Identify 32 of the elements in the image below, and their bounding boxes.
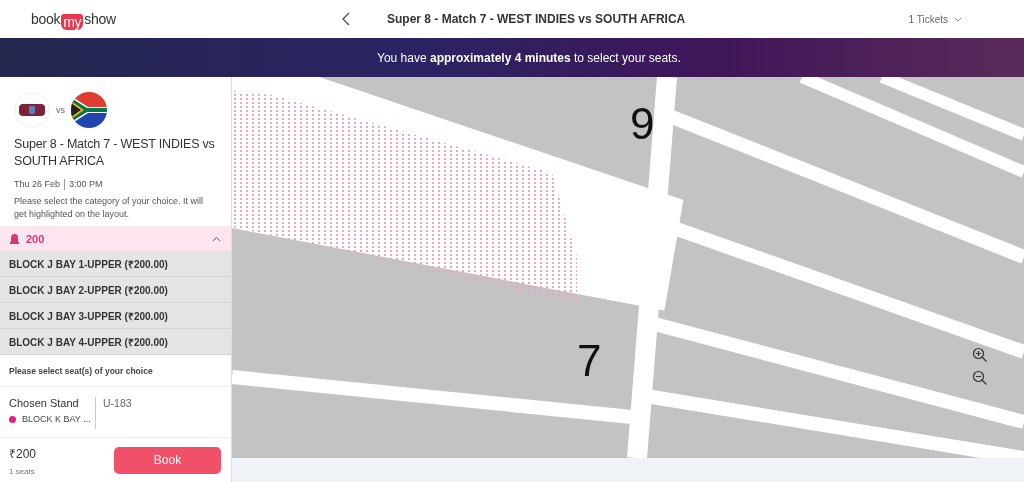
chevron-icon xyxy=(212,235,221,242)
event-date: Thu 26 Feb xyxy=(14,179,61,190)
section-number[interactable]: 9 xyxy=(630,99,655,148)
logo-badge: my xyxy=(61,14,84,30)
chosen-stand-label: Chosen Stand xyxy=(9,397,80,409)
seat-count: 1 seats xyxy=(9,466,36,476)
block-option[interactable]: BLOCK J BAY 4-UPPER (₹200.00) xyxy=(0,329,231,355)
seat-icon xyxy=(10,233,19,244)
seat-prompt: Please select seat(s) of your choice xyxy=(0,355,231,387)
timer-message: You have approximately 4 minutes to select your seats. xyxy=(377,50,681,65)
seat-number: U-183 xyxy=(103,397,132,411)
category-header[interactable]: 200 xyxy=(0,226,231,251)
total-price: ₹200 xyxy=(9,445,38,462)
chevron-down-icon xyxy=(954,16,962,22)
event-title: Super 8 - Match 7 - WEST INDIES vs SOUTH AFRICA xyxy=(14,136,216,170)
flag-icon xyxy=(14,92,50,128)
block-option[interactable]: BLOCK J BAY 2-UPPER (₹200.00) xyxy=(0,277,231,303)
block-option[interactable]: BLOCK J BAY 1-UPPER (₹200.00) xyxy=(0,251,231,277)
block-option[interactable]: BLOCK J BAY 3-UPPER (₹200.00) xyxy=(0,303,231,329)
back-icon[interactable] xyxy=(341,12,351,26)
event-time: 3:00 PM xyxy=(69,179,103,190)
event-title: Super 8 - Match 7 - WEST INDIES vs SOUTH AFRICA xyxy=(387,12,687,26)
stand-name: BLOCK K BAY ... xyxy=(22,414,91,424)
logo-text: show xyxy=(84,11,116,27)
category-hint: Please select the category of your choice. It will get highlighted on the layout. xyxy=(14,195,205,221)
vs-label: vs xyxy=(56,105,65,115)
zoom-out-icon[interactable] xyxy=(972,370,988,386)
logo-text: book xyxy=(31,11,61,27)
flag-icon xyxy=(71,92,107,128)
section-number[interactable]: 7 xyxy=(577,336,602,385)
tickets-dropdown[interactable]: 1 Tickets xyxy=(908,13,962,25)
zoom-in-icon[interactable] xyxy=(972,347,988,363)
